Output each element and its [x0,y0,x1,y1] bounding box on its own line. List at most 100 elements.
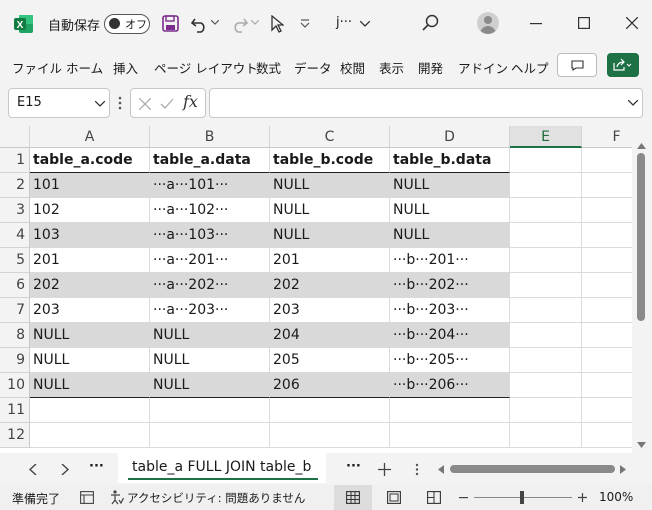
cell[interactable]: ···b···206··· [390,373,510,398]
cell[interactable]: 202 [270,273,390,298]
header-cell[interactable]: table_b.code [270,148,390,173]
cell[interactable] [510,398,582,423]
cell[interactable]: NULL [150,323,270,348]
zoom-in-icon[interactable] [578,493,587,502]
cell[interactable] [582,423,632,448]
cell[interactable]: 101 [30,173,150,198]
cell[interactable] [390,398,510,423]
save-icon[interactable] [162,15,180,33]
column-header-d[interactable]: D [390,126,510,148]
more-sheets-left-button[interactable]: ··· [89,459,104,474]
cell[interactable]: 203 [30,298,150,323]
name-box[interactable]: E15 [8,88,110,118]
avatar[interactable] [477,12,499,34]
tab-insert[interactable]: 挿入 [113,58,138,77]
row-header[interactable]: 3 [0,198,30,223]
tab-addins[interactable]: アドイン [458,58,508,77]
row-header[interactable]: 5 [0,248,30,273]
cell[interactable] [582,248,632,273]
cell[interactable] [582,323,632,348]
cell[interactable]: NULL [270,223,390,248]
undo-icon[interactable] [190,15,210,33]
tab-data[interactable]: データ [294,58,332,77]
pointer-icon[interactable] [270,15,284,33]
sheet-options-icon[interactable] [415,463,419,476]
cell[interactable] [582,223,632,248]
cell[interactable] [510,173,582,198]
cell[interactable] [510,423,582,448]
tab-file[interactable]: ファイル [12,58,62,77]
more-sheets-right-button[interactable]: ··· [346,459,361,474]
cell[interactable] [510,198,582,223]
cell[interactable]: ···a···202··· [150,273,270,298]
cell[interactable]: ···a···203··· [150,298,270,323]
chevron-down-icon[interactable] [628,100,638,106]
cell[interactable] [582,198,632,223]
row-header[interactable]: 6 [0,273,30,298]
row-header[interactable]: 12 [0,423,30,448]
cell[interactable] [582,373,632,398]
cell[interactable] [510,248,582,273]
cell[interactable]: NULL [30,348,150,373]
cell[interactable]: 204 [270,323,390,348]
formula-input[interactable] [209,88,643,118]
cell[interactable] [582,298,632,323]
column-header-b[interactable]: B [150,126,270,148]
zoom-level[interactable]: 100% [599,490,633,504]
cell[interactable]: ···b···205··· [390,348,510,373]
cell[interactable]: ···b···203··· [390,298,510,323]
next-sheet-icon[interactable] [61,464,69,475]
scroll-down-icon[interactable] [637,442,646,448]
cell[interactable]: ···a···103··· [150,223,270,248]
add-sheet-icon[interactable] [378,463,391,476]
spreadsheet-grid[interactable]: ABCDEF 1 table_a.code table_a.data table_b.… [0,126,632,453]
tab-view[interactable]: 表示 [379,58,404,77]
normal-view-button[interactable] [334,485,372,510]
redo-icon[interactable] [229,15,249,33]
cell[interactable] [390,423,510,448]
cell[interactable]: 203 [270,298,390,323]
cell[interactable]: NULL [390,223,510,248]
tab-help[interactable]: ヘルプ [511,58,549,77]
cell[interactable] [582,273,632,298]
row-header[interactable]: 8 [0,323,30,348]
maximize-icon[interactable] [578,17,590,29]
cell[interactable]: NULL [270,173,390,198]
chevron-down-icon[interactable] [95,101,105,107]
tab-developer[interactable]: 開発 [418,58,443,77]
cell[interactable] [510,373,582,398]
header-cell[interactable]: table_b.data [390,148,510,173]
close-icon[interactable] [626,17,638,29]
zoom-slider-handle[interactable] [520,491,524,504]
minimize-icon[interactable] [530,23,542,25]
cell[interactable] [30,398,150,423]
insert-function-icon[interactable]: fx [183,92,198,111]
autosave-toggle[interactable]: オフ [104,14,150,34]
cell[interactable] [510,298,582,323]
cell[interactable] [510,148,582,173]
chevron-down-icon[interactable] [251,20,259,26]
row-header[interactable]: 4 [0,223,30,248]
horizontal-scroll-thumb[interactable] [450,465,615,473]
tab-formulas[interactable]: 数式 [256,58,281,77]
cell[interactable]: ···a···102··· [150,198,270,223]
column-header-f[interactable]: F [582,126,632,148]
cancel-icon[interactable] [139,98,151,110]
cell[interactable]: ···a···201··· [150,248,270,273]
cell[interactable]: 102 [30,198,150,223]
cell[interactable]: 206 [270,373,390,398]
scroll-up-icon[interactable] [637,143,646,149]
header-cell[interactable]: table_a.data [150,148,270,173]
cell[interactable]: 201 [30,248,150,273]
column-header-c[interactable]: C [270,126,390,148]
cell[interactable] [582,173,632,198]
cell[interactable] [510,348,582,373]
page-layout-view-icon[interactable] [387,491,401,504]
cell[interactable] [30,423,150,448]
cell[interactable] [270,398,390,423]
cell[interactable]: ···b···202··· [390,273,510,298]
cell[interactable]: ···b···201··· [390,248,510,273]
tab-review[interactable]: 校閲 [340,58,365,77]
cell[interactable]: NULL [30,373,150,398]
more-options-icon[interactable] [118,96,122,110]
